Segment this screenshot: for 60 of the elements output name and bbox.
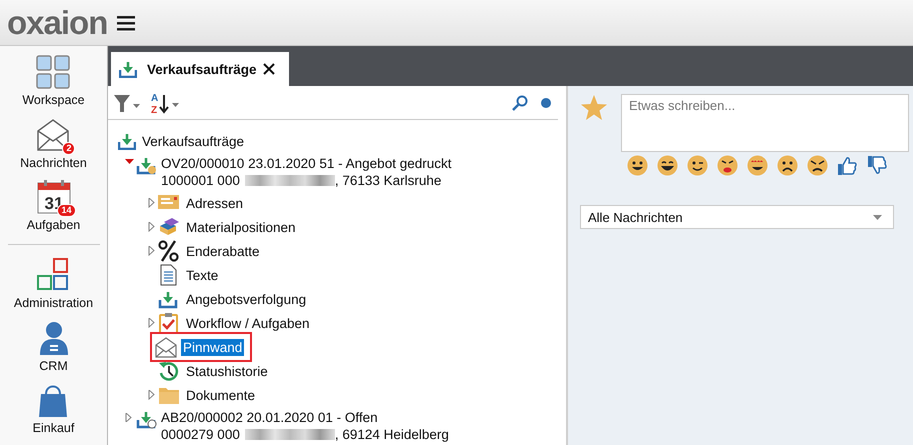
laughing-face-icon[interactable] <box>657 155 678 176</box>
winking-face-icon[interactable] <box>687 155 708 176</box>
filter-icon[interactable] <box>113 92 141 112</box>
heart-eyes-face-icon[interactable] <box>747 155 768 176</box>
customer-number: 1000001 000 <box>161 172 240 189</box>
star-icon[interactable] <box>580 94 608 122</box>
tab[interactable]: Verkaufsaufträge <box>111 52 289 86</box>
tree-item[interactable]: Workflow / Aufgaben <box>184 314 312 332</box>
expand-icon[interactable] <box>148 222 154 232</box>
expand-icon[interactable] <box>148 318 154 328</box>
inbox-pending-icon <box>136 155 157 175</box>
tree-item[interactable]: Angebotsverfolgung <box>184 290 308 308</box>
envelope-icon <box>35 116 72 153</box>
angry-face-icon[interactable] <box>807 155 828 176</box>
nav-label[interactable]: Administration <box>14 296 94 310</box>
sad-face-icon[interactable] <box>777 155 798 176</box>
expand-icon[interactable] <box>148 198 154 208</box>
tree-item[interactable]: Enderabatte <box>184 242 262 260</box>
envelope-icon <box>155 336 177 358</box>
tree-item[interactable]: Dokumente <box>184 386 258 404</box>
inbox-icon <box>118 132 136 150</box>
close-icon[interactable] <box>262 63 275 75</box>
clock-icon <box>158 360 180 382</box>
expand-icon[interactable] <box>148 390 154 400</box>
customer-number: 0000279 000 <box>161 426 240 443</box>
inbox-clock-icon <box>136 409 157 429</box>
nav-label[interactable]: Workspace <box>22 93 85 107</box>
percent-icon <box>158 240 180 262</box>
dropdown-caret-icon <box>873 214 882 220</box>
order-title[interactable]: OV20/000010 23.01.2020 51 - Angebot gedruckt <box>161 155 452 172</box>
nav-label[interactable]: Einkauf <box>32 421 74 436</box>
grid-icon <box>35 54 72 90</box>
nav-label[interactable]: Aufgaben <box>26 218 80 232</box>
status-dot-icon <box>538 96 554 108</box>
expand-icon[interactable] <box>148 246 154 256</box>
expand-icon[interactable] <box>124 413 134 422</box>
message-field[interactable]: Etwas schreiben... <box>621 94 909 152</box>
boxes-icon <box>158 216 180 238</box>
message-filter-dropdown[interactable]: Alle Nachrichten <box>580 205 894 229</box>
tree-item[interactable]: Statushistorie <box>184 362 270 380</box>
search-icon[interactable] <box>512 94 528 110</box>
customer-city: , 69124 Heidelberg <box>334 426 449 443</box>
count-badge: 2 <box>62 142 76 155</box>
tree-item[interactable]: Materialpositionen <box>184 218 298 236</box>
inbox-icon <box>119 60 137 78</box>
order-title[interactable]: AB20/000002 20.01.2020 01 - Offen <box>161 409 449 426</box>
nav-label[interactable]: Nachrichten <box>20 156 87 170</box>
customer-city: , 76133 Karlsruhe <box>334 172 442 189</box>
thumbs-up-icon[interactable] <box>837 155 858 176</box>
tree-item[interactable]: Pinnwand <box>181 338 244 356</box>
menu-icon[interactable] <box>117 14 136 30</box>
tree-item[interactable]: Texte <box>184 266 220 284</box>
nav-label[interactable]: CRM <box>39 358 68 373</box>
tree-item[interactable]: Adressen <box>184 194 246 212</box>
logo: oxaion <box>7 2 108 42</box>
kissing-face-icon[interactable] <box>717 155 738 176</box>
thumbs-down-icon[interactable] <box>867 155 888 176</box>
tree-item[interactable]: Verkaufsaufträge <box>140 132 246 150</box>
smiley-icon[interactable] <box>627 155 648 176</box>
clipboard-icon <box>158 312 180 334</box>
